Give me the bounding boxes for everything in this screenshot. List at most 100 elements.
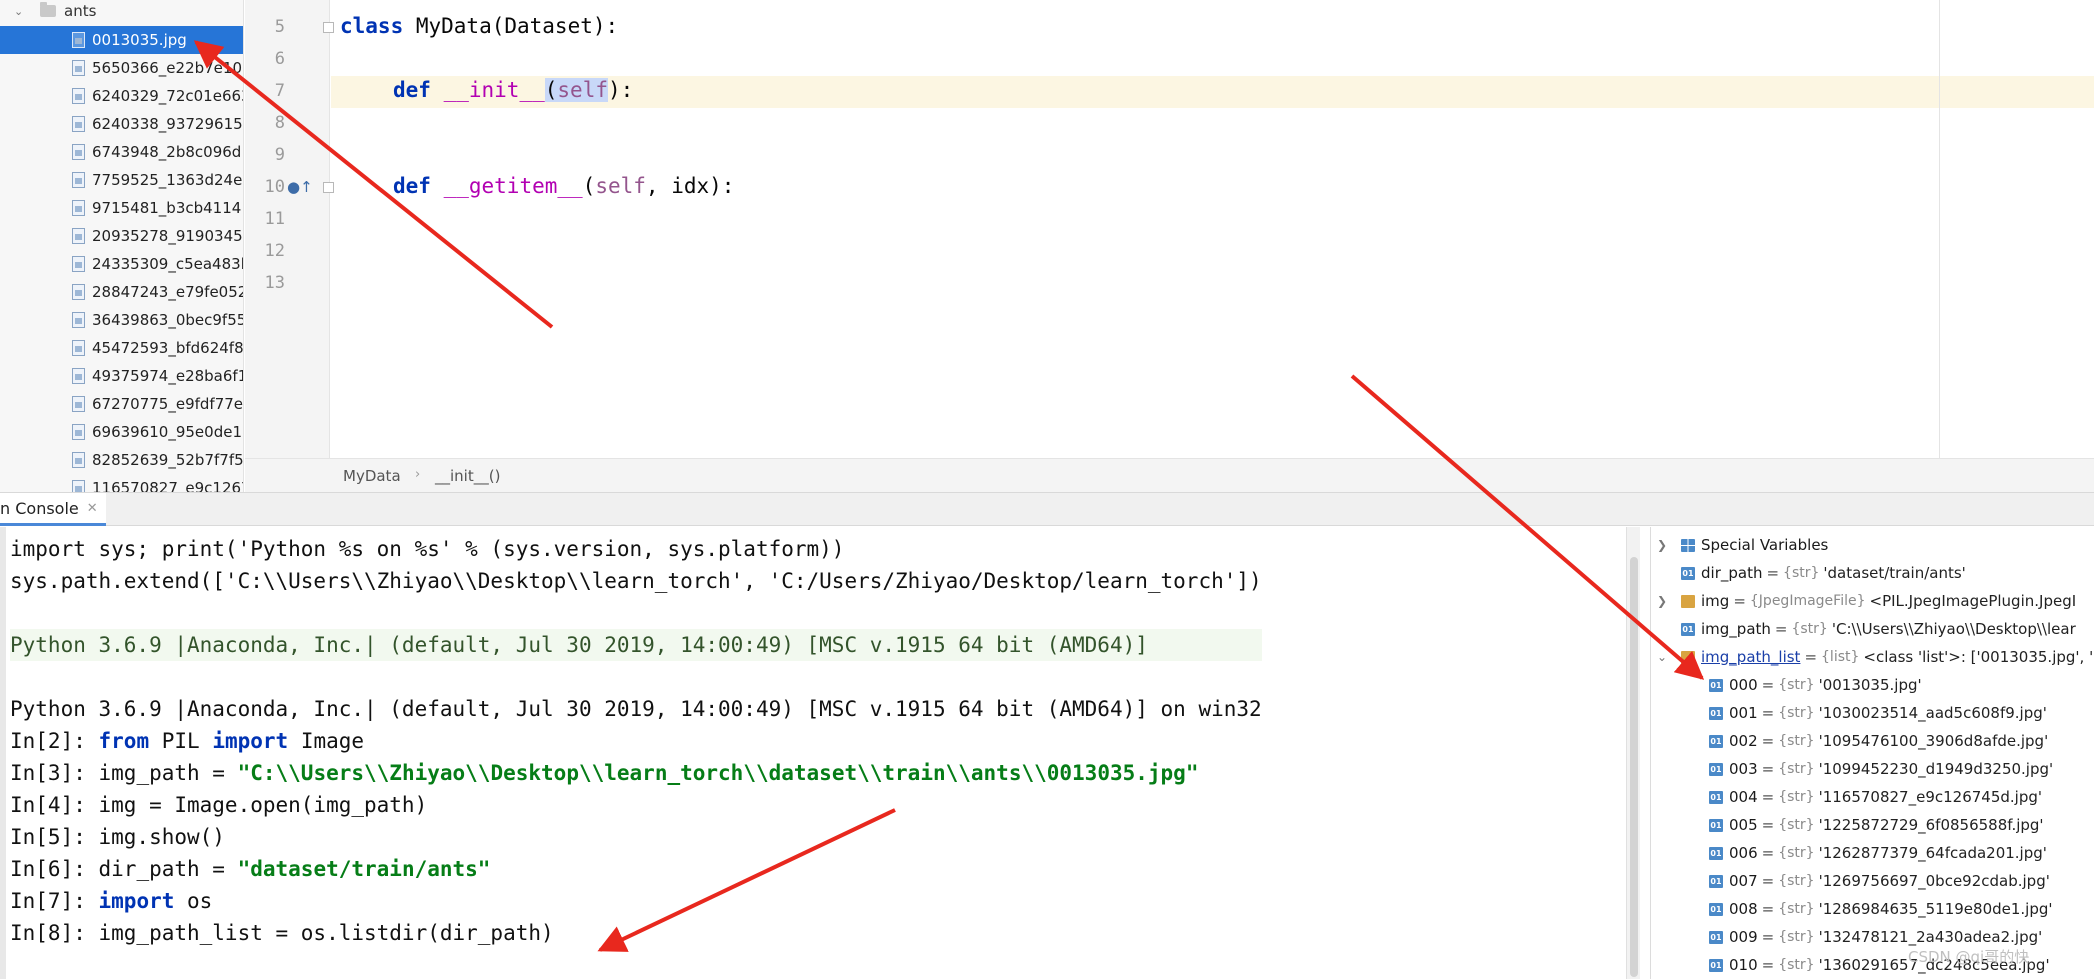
close-icon[interactable]: ✕ <box>87 499 98 523</box>
method-name: __getitem__ <box>443 174 583 198</box>
right-margin-guide <box>1939 0 1940 458</box>
tree-file-item[interactable]: 9715481_b3cb4114 <box>0 194 243 222</box>
list-item[interactable]: 01 000 = {str} '0013035.jpg' <box>1651 671 2094 699</box>
list-item[interactable]: 01 001 = {str} '1030023514_aad5c608f9.jpg' <box>1651 699 2094 727</box>
method-name: __init__ <box>443 78 545 102</box>
list-item[interactable]: 01 006 = {str} '1262877379_64fcada201.jpg' <box>1651 839 2094 867</box>
python-console-output[interactable]: import sys; print('Python %s on %s' % (s… <box>0 527 1626 979</box>
folder-ants[interactable]: ⌄ ants <box>0 0 243 22</box>
fold-icon[interactable] <box>323 182 334 193</box>
console-input-line: In[3]: img_path = "C:\\Users\\Zhiyao\\De… <box>10 757 1262 789</box>
file-name: 28847243_e79fe052 <box>92 283 244 301</box>
tree-file-item[interactable]: 0013035.jpg <box>0 26 243 54</box>
var-type: {str} <box>1778 761 1815 777</box>
variable-img[interactable]: ❯ img = {JpegImageFile} <PIL.JpegImagePlugi… <box>1651 587 2094 615</box>
var-eq: = <box>1761 676 1775 694</box>
str-badge-icon: 01 <box>1709 762 1723 776</box>
item-value: '116570827_e9c126745d.jpg' <box>1818 788 2042 806</box>
image-file-icon <box>72 228 85 244</box>
str-badge-icon: 01 <box>1709 846 1723 860</box>
list-icon <box>1681 650 1695 664</box>
breadcrumb-item-method[interactable]: __init__() <box>435 467 500 485</box>
paren-highlight: ( <box>544 78 558 102</box>
file-name: 20935278_9190345 <box>92 227 243 245</box>
file-name: 82852639_52b7f7f5 <box>92 451 244 469</box>
line-gutter: 5 6 7 8 9 10 11 12 13 ●↑ <box>245 0 334 458</box>
tree-file-item[interactable]: 49375974_e28ba6f1 <box>0 362 243 390</box>
list-item[interactable]: 01 003 = {str} '1099452230_d1949d3250.jpg' <box>1651 755 2094 783</box>
override-marker-icon[interactable]: ●↑ <box>287 178 313 196</box>
var-type: {str} <box>1791 621 1828 637</box>
watermark: CSDN @qi哥的快 <box>1908 948 2030 966</box>
variables-pane: ❯ Special Variables 01 dir_path = {str}'da… <box>1650 527 2094 979</box>
console-input-line: In[8]: img_path_list = os.listdir(dir_pa… <box>10 921 554 945</box>
item-value: '1095476100_3906d8afde.jpg' <box>1818 732 2049 750</box>
str-badge-icon: 01 <box>1709 874 1723 888</box>
item-index: 000 <box>1729 676 1758 694</box>
item-value: '1262877379_64fcada201.jpg' <box>1818 844 2047 862</box>
tree-file-item[interactable]: 69639610_95e0de11 <box>0 418 243 446</box>
tree-file-item[interactable]: 20935278_9190345 <box>0 222 243 250</box>
tab-python-console[interactable]: n Console ✕ <box>0 493 106 526</box>
var-value: <PIL.JpegImagePlugin.JpegI <box>1869 592 2077 610</box>
tree-file-item[interactable]: 82852639_52b7f7f5 <box>0 446 244 474</box>
var-eq: = <box>1761 928 1775 946</box>
var-value: 'C:\\Users\\Zhiyao\\Desktop\\lear <box>1831 620 2076 638</box>
scroll-thumb[interactable] <box>1630 557 1638 977</box>
console-input-line: In[4]: img = Image.open(img_path) <box>10 793 428 817</box>
special-variables-node[interactable]: ❯ Special Variables <box>1651 531 2094 559</box>
chevron-right-icon[interactable]: ❯ <box>1657 594 1669 608</box>
var-type: {str} <box>1778 677 1815 693</box>
keyword: import <box>98 889 175 913</box>
item-index: 006 <box>1729 844 1758 862</box>
var-type: {str} <box>1778 873 1815 889</box>
str-badge-icon: 01 <box>1709 902 1723 916</box>
chevron-down-icon[interactable]: ⌄ <box>14 5 28 18</box>
code-text: , idx): <box>645 174 735 198</box>
var-eq: = <box>1761 900 1775 918</box>
tree-file-item[interactable]: 28847243_e79fe052 <box>0 278 244 306</box>
list-item[interactable]: 01 005 = {str} '1225872729_6f0856588f.jpg' <box>1651 811 2094 839</box>
chevron-right-icon[interactable]: ❯ <box>1657 538 1669 552</box>
item-value: '1269756697_0bce92cdab.jpg' <box>1818 872 2050 890</box>
console-line: sys.path.extend(['C:\\Users\\Zhiyao\\Des… <box>10 569 1262 593</box>
item-index: 007 <box>1729 872 1758 890</box>
tree-file-item[interactable]: 45472593_bfd624f8 <box>0 334 243 362</box>
list-item[interactable]: 01 008 = {str} '1286984635_5119e80de1.jpg' <box>1651 895 2094 923</box>
tree-file-item[interactable]: 5650366_e22b7e10 <box>0 54 243 82</box>
chevron-down-icon[interactable]: ⌄ <box>1657 650 1669 664</box>
image-file-icon <box>72 144 85 160</box>
breadcrumb-item-class[interactable]: MyData <box>343 467 401 485</box>
var-type: {str} <box>1778 733 1815 749</box>
tree-file-item[interactable]: 24335309_c5ea483b <box>0 250 243 278</box>
list-item[interactable]: 01 007 = {str} '1269756697_0bce92cdab.jpg' <box>1651 867 2094 895</box>
code-editor[interactable]: 5 6 7 8 9 10 11 12 13 ●↑ class MyData(Da… <box>245 0 2094 458</box>
list-item[interactable]: 01 002 = {str} '1095476100_3906d8afde.jpg' <box>1651 727 2094 755</box>
image-file-icon <box>72 200 85 216</box>
tree-file-item[interactable]: 6743948_2b8c096d <box>0 138 243 166</box>
image-file-icon <box>72 60 85 76</box>
tree-file-item[interactable]: 6240329_72c01e663 <box>0 82 243 110</box>
tree-file-item[interactable]: 7759525_1363d24e <box>0 166 243 194</box>
var-eq: = <box>1761 732 1775 750</box>
variable-img-path[interactable]: 01 img_path = {str} 'C:\\Users\\Zhiyao\\Des… <box>1651 615 2094 643</box>
list-item[interactable]: 01 004 = {str} '116570827_e9c126745d.jpg' <box>1651 783 2094 811</box>
console-banner: Python 3.6.9 |Anaconda, Inc.| (default, … <box>10 629 1262 661</box>
console-scrollbar[interactable] <box>1626 527 1640 979</box>
prompt: In[2]: <box>10 729 99 753</box>
tree-file-item[interactable]: 6240338_93729615 <box>0 110 243 138</box>
variable-img-path-list[interactable]: ⌄ img_path_list = {list} <class 'list'>: ['… <box>1651 643 2094 671</box>
console-gutter <box>0 527 6 979</box>
object-icon <box>1681 594 1695 608</box>
fold-icon[interactable] <box>323 22 334 33</box>
tree-file-item[interactable]: 36439863_0bec9f55 <box>0 306 243 334</box>
breadcrumb: MyData › __init__() <box>245 458 2094 492</box>
str-badge-icon: 01 <box>1709 818 1723 832</box>
tree-file-item[interactable]: 67270775_e9fdf77e <box>0 390 243 418</box>
image-file-icon <box>72 452 85 468</box>
code-text: ( <box>582 174 596 198</box>
tree-file-item[interactable]: 116570827_e9c1267 <box>0 474 243 492</box>
variable-dir-path[interactable]: 01 dir_path = {str}'dataset/train/ants' <box>1651 559 2094 587</box>
item-index: 009 <box>1729 928 1758 946</box>
